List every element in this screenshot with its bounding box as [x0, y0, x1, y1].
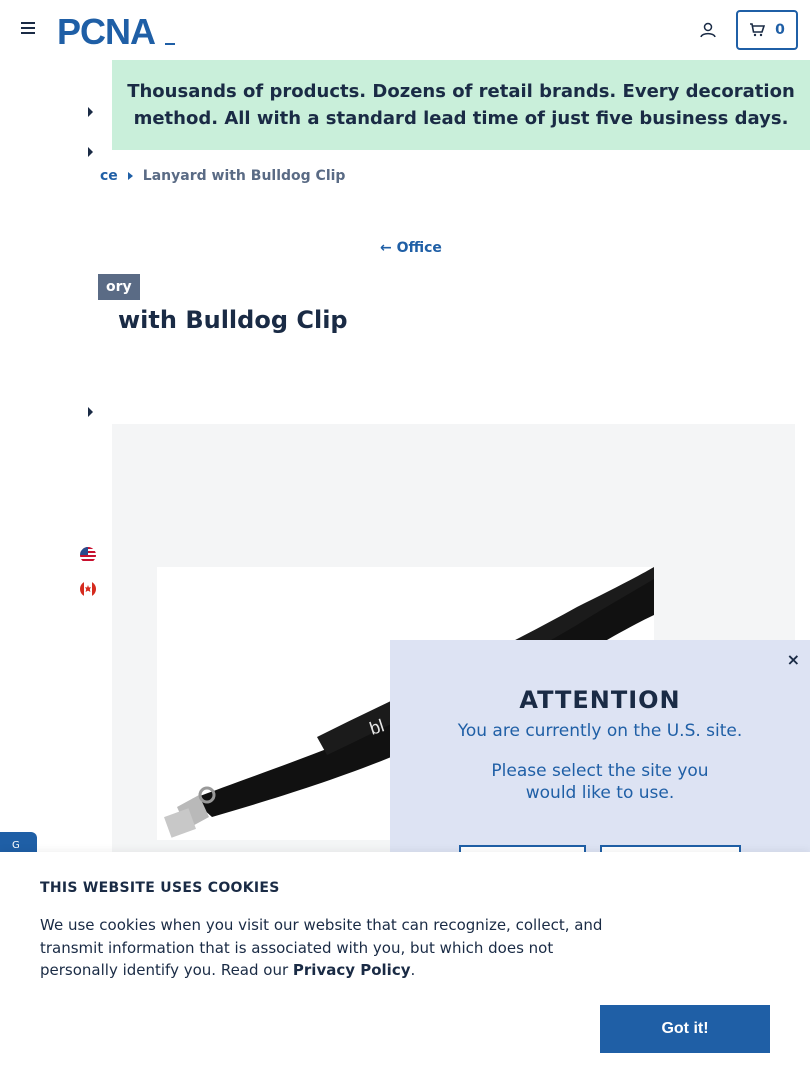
breadcrumb-current: Lanyard with Bulldog Clip: [142, 168, 346, 184]
site-header: PCNA 0: [0, 0, 810, 60]
breadcrumb-parent-link[interactable]: ce: [100, 168, 118, 184]
category-badge: ory: [98, 274, 140, 300]
nav-expand-icon[interactable]: [88, 407, 93, 417]
account-icon[interactable]: [699, 21, 717, 39]
announcement-text: Thousands of products. Dozens of retail …: [127, 81, 795, 129]
product-title: with Bulldog Clip: [118, 306, 348, 334]
nav-expand-icon[interactable]: [88, 107, 93, 117]
cart-icon: [750, 23, 766, 37]
cookie-title: THIS WEBSITE USES COOKIES: [40, 880, 280, 896]
got-it-button[interactable]: Got it!: [600, 1005, 770, 1053]
nav-expand-icon[interactable]: [88, 147, 93, 157]
cookie-period: .: [410, 961, 416, 979]
privacy-policy-link[interactable]: Privacy Policy: [293, 961, 411, 979]
breadcrumb: ce Lanyard with Bulldog Clip: [100, 168, 345, 184]
close-icon[interactable]: ×: [787, 650, 800, 669]
breadcrumb-separator-icon: [127, 172, 133, 180]
pcna-logo[interactable]: PCNA: [57, 11, 177, 52]
menu-icon[interactable]: [21, 22, 35, 36]
cookie-banner: THIS WEBSITE USES COOKIES We use cookies…: [0, 852, 810, 1080]
back-link-label: Office: [396, 240, 442, 256]
cart-button[interactable]: 0: [736, 10, 798, 50]
svg-text:PCNA: PCNA: [57, 14, 156, 48]
us-flag-icon[interactable]: [80, 547, 96, 563]
arrow-left-icon: ←: [380, 240, 397, 256]
modal-select-site-text: Please select the site you would like to…: [491, 761, 709, 803]
back-to-category-link[interactable]: ← Office: [380, 240, 442, 256]
canada-flag-icon[interactable]: [80, 581, 96, 597]
modal-current-site-text: You are currently on the U.S. site.: [457, 721, 743, 741]
cart-count: 0: [775, 22, 785, 38]
cookie-text: We use cookies when you visit our websit…: [40, 914, 620, 982]
modal-heading: ATTENTION: [519, 686, 681, 714]
page: PCNA 0 Thousands of products. Dozens of …: [0, 0, 810, 1080]
announcement-banner: Thousands of products. Dozens of retail …: [112, 60, 810, 150]
logo-graphic: PCNA: [57, 11, 175, 52]
